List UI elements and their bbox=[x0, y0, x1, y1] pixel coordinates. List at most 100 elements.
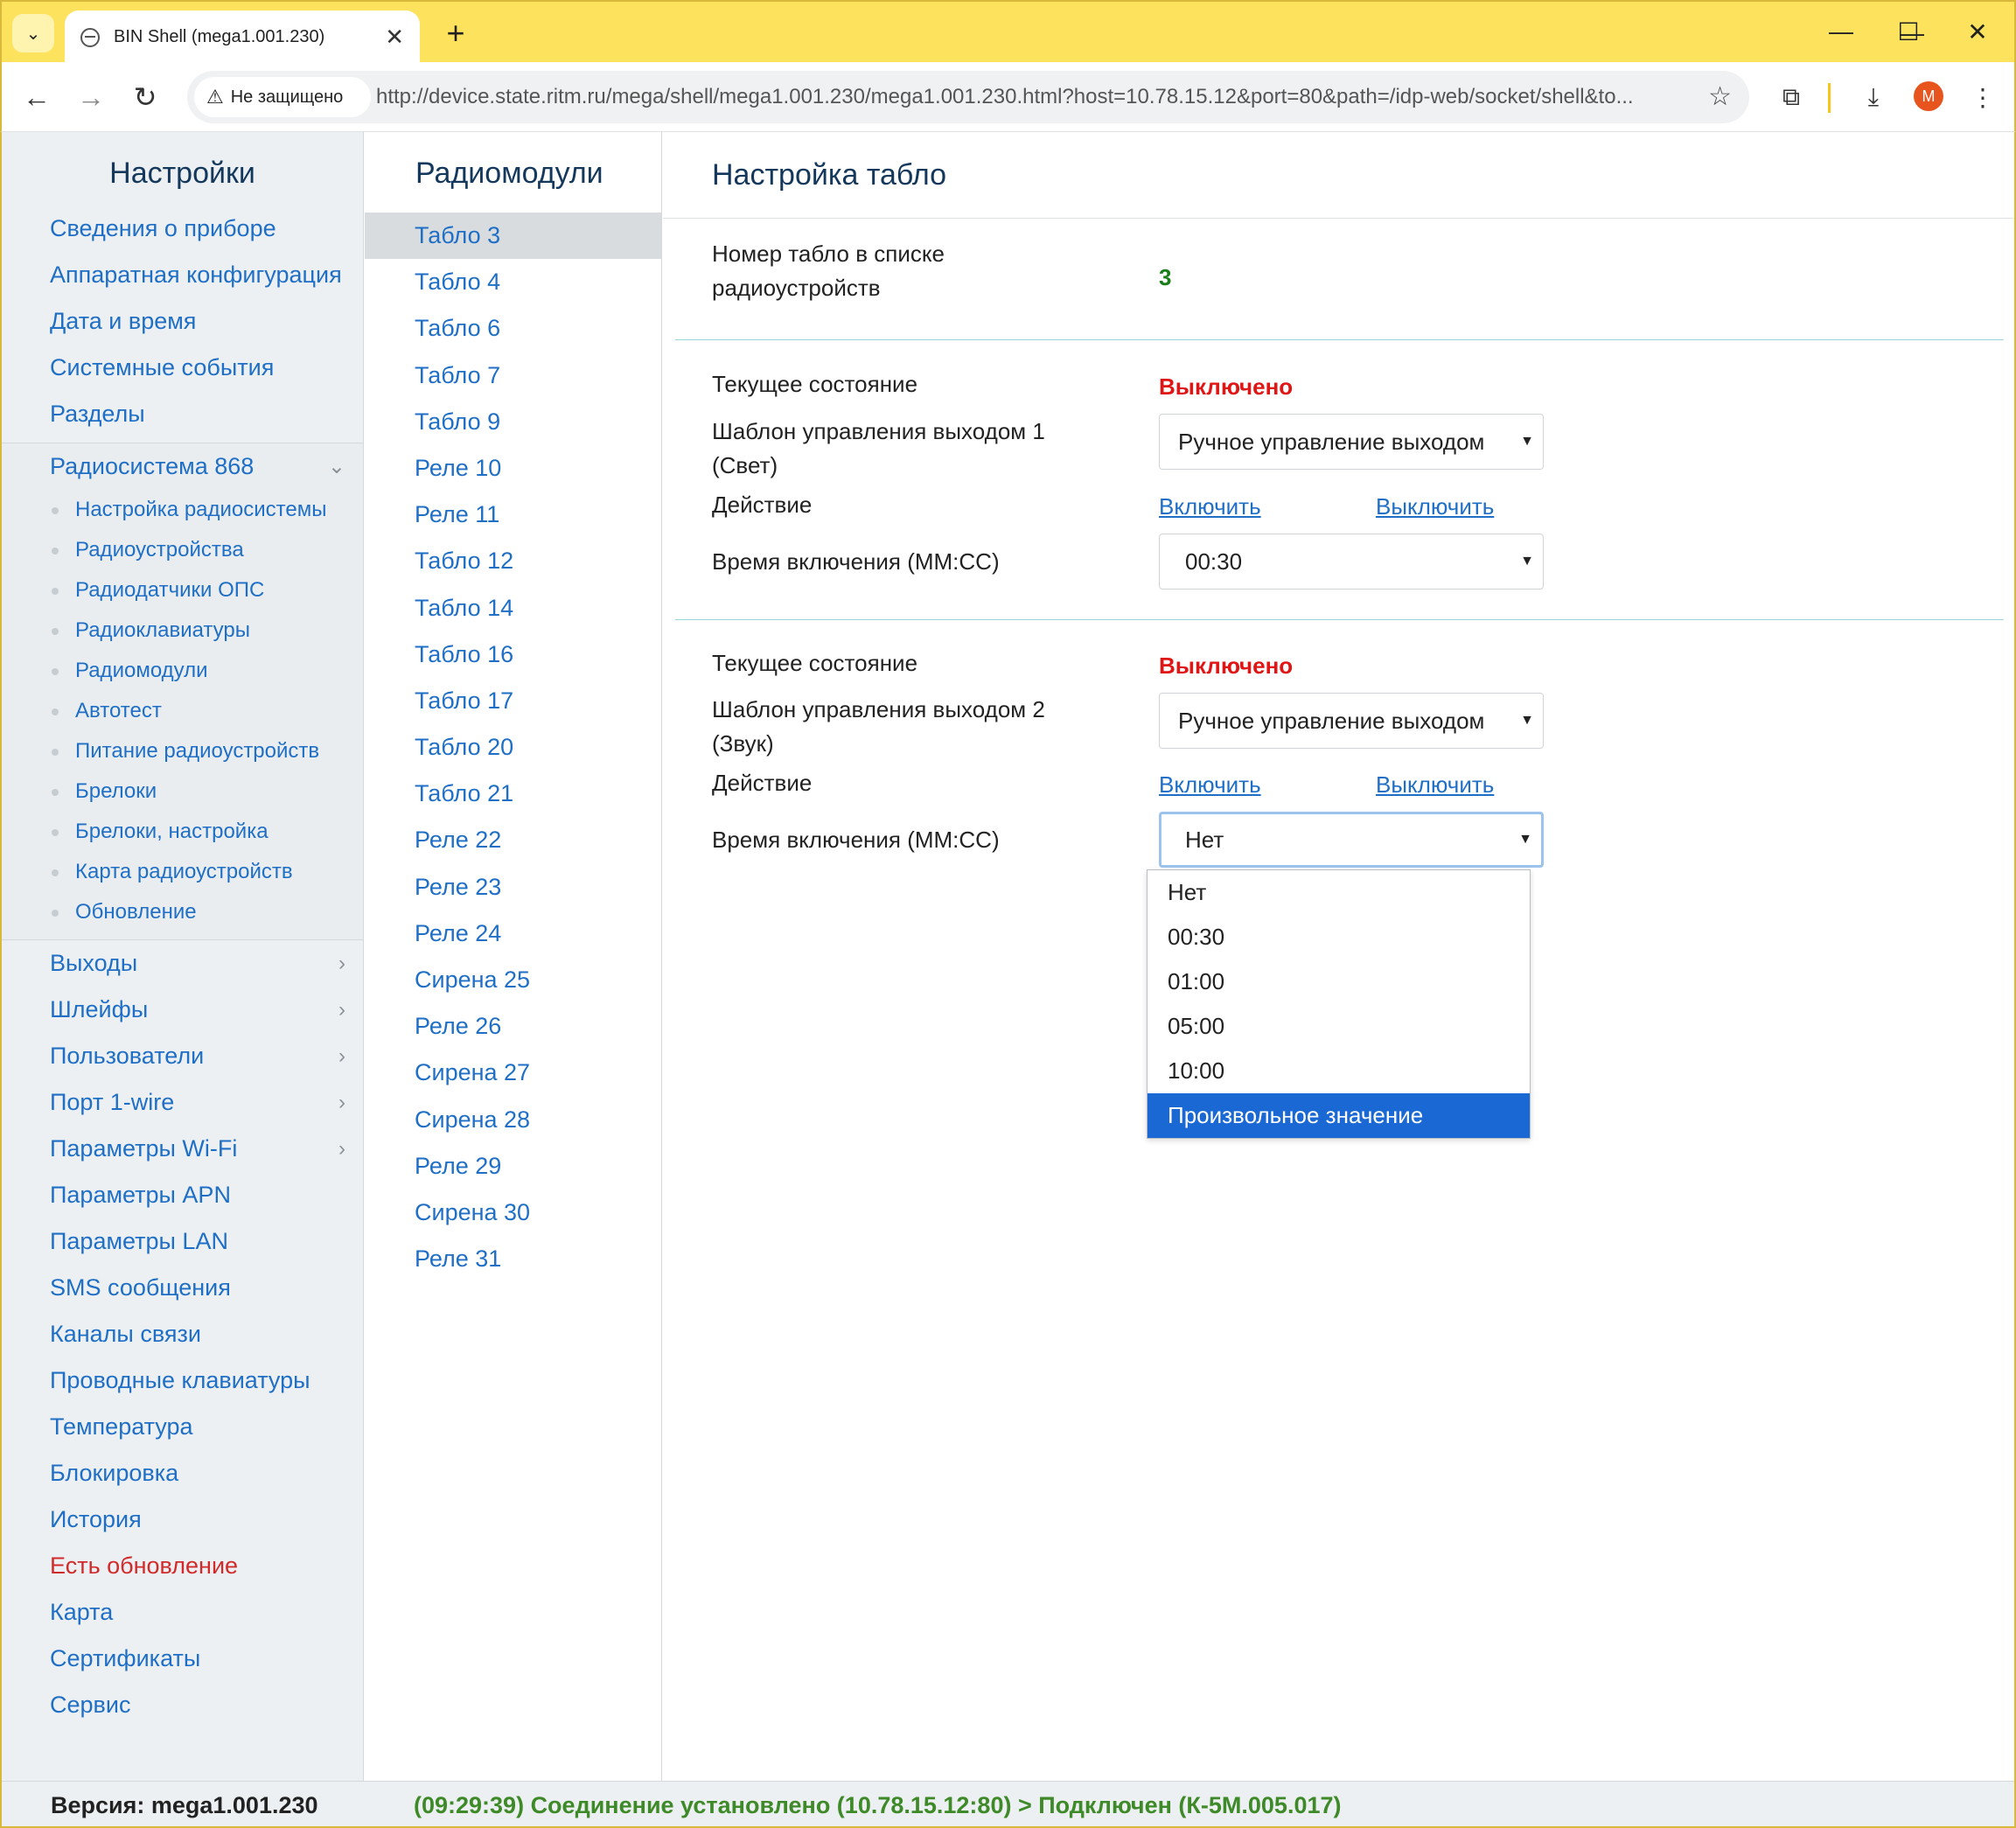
radiomodule-item[interactable]: Табло 12 bbox=[365, 538, 661, 584]
radiomodule-item[interactable]: Табло 3 bbox=[365, 213, 661, 260]
tab-close-icon[interactable]: ✕ bbox=[385, 24, 404, 51]
sidebar-item-label: Сведения о приборе bbox=[50, 215, 276, 241]
radiomodule-item[interactable]: Табло 4 bbox=[365, 259, 661, 305]
sidebar-item[interactable]: Проводные клавиатуры bbox=[2, 1357, 363, 1404]
extensions-icon[interactable]: ⧉ bbox=[1770, 76, 1812, 118]
submenu-item[interactable]: Радиоклавиатуры bbox=[2, 610, 363, 651]
sidebar-item-radio-system[interactable]: Радиосистема 868 ⌄ bbox=[2, 443, 363, 490]
state-value: Выключено bbox=[1159, 373, 1294, 400]
sidebar-item[interactable]: Разделы bbox=[2, 391, 363, 437]
radiomodule-item[interactable]: Сирена 25 bbox=[365, 957, 661, 1003]
submenu-item[interactable]: Настройка радиосистемы bbox=[2, 490, 363, 530]
radiomodule-item[interactable]: Табло 6 bbox=[365, 305, 661, 352]
tab-search-button[interactable]: ⌄ bbox=[12, 14, 54, 52]
sidebar-item[interactable]: Дата и время bbox=[2, 298, 363, 345]
sidebar-item-collapsible[interactable]: Порт 1-wire › bbox=[2, 1079, 363, 1126]
security-indicator[interactable]: ⚠ Не защищено bbox=[194, 77, 371, 117]
dropdown-option[interactable]: Нет bbox=[1148, 870, 1530, 915]
turn-off-link[interactable]: Выключить bbox=[1376, 771, 1494, 799]
submenu-item[interactable]: Радиодатчики ОПС bbox=[2, 570, 363, 610]
sidebar-item[interactable]: Сервис bbox=[2, 1682, 363, 1728]
dropdown-option[interactable]: 10:00 bbox=[1148, 1049, 1530, 1093]
submenu-item[interactable]: Радиоустройства bbox=[2, 530, 363, 570]
sidebar-item-collapsible[interactable]: Пользователи › bbox=[2, 1033, 363, 1079]
submenu-item[interactable]: Брелоки bbox=[2, 771, 363, 812]
turn-on-link[interactable]: Включить bbox=[1159, 771, 1261, 799]
radiomodule-item[interactable]: Табло 9 bbox=[365, 399, 661, 445]
sidebar-item[interactable]: Сертификаты bbox=[2, 1636, 363, 1682]
sidebar-item-collapsible[interactable]: Параметры Wi-Fi › bbox=[2, 1126, 363, 1172]
template-select[interactable]: Ручное управление выходом ▼ bbox=[1159, 414, 1544, 470]
chevron-right-icon: › bbox=[338, 951, 345, 975]
address-bar[interactable]: ⚠ Не защищено http://device.state.ritm.r… bbox=[187, 71, 1749, 123]
sidebar-item[interactable]: Аппаратная конфигурация bbox=[2, 252, 363, 298]
radiomodule-item[interactable]: Табло 17 bbox=[365, 678, 661, 724]
time-label: Время включения (ММ:СС) bbox=[712, 827, 1000, 853]
sidebar-item-collapsible[interactable]: Шлейфы › bbox=[2, 987, 363, 1033]
sidebar-item-update-available[interactable]: Есть обновление bbox=[2, 1543, 363, 1589]
radiomodule-item[interactable]: Табло 21 bbox=[365, 771, 661, 817]
dropdown-option[interactable]: 00:30 bbox=[1148, 915, 1530, 959]
browser-tab[interactable]: BIN Shell (mega1.001.230) ✕ bbox=[65, 10, 420, 64]
sidebar-item[interactable]: Параметры LAN bbox=[2, 1218, 363, 1265]
window-maximize-button[interactable]: ☐ bbox=[1887, 12, 1929, 51]
sidebar-item[interactable]: История bbox=[2, 1497, 363, 1543]
submenu-item[interactable]: Карта радиоустройств bbox=[2, 852, 363, 892]
radiomodule-item[interactable]: Сирена 28 bbox=[365, 1097, 661, 1143]
submenu-item[interactable]: Питание радиоустройств bbox=[2, 731, 363, 771]
turn-off-link[interactable]: Выключить bbox=[1376, 493, 1494, 520]
radiomodule-item[interactable]: Реле 26 bbox=[365, 1003, 661, 1050]
profile-avatar[interactable]: M bbox=[1914, 81, 1943, 111]
dropdown-option[interactable]: 05:00 bbox=[1148, 1004, 1530, 1049]
panel-header: Настройка табло bbox=[663, 132, 2014, 219]
radiomodule-item[interactable]: Табло 7 bbox=[365, 352, 661, 399]
radiomodule-item[interactable]: Реле 29 bbox=[365, 1143, 661, 1190]
sidebar-item[interactable]: Карта bbox=[2, 1589, 363, 1636]
submenu-item-label: Обновление bbox=[75, 900, 197, 924]
state-value: Выключено bbox=[1159, 652, 1294, 679]
sidebar-item[interactable]: Температура bbox=[2, 1404, 363, 1450]
radiomodule-item[interactable]: Реле 11 bbox=[365, 492, 661, 538]
new-tab-button[interactable]: + bbox=[436, 14, 475, 52]
radiomodule-item[interactable]: Сирена 27 bbox=[365, 1050, 661, 1096]
template-select[interactable]: Ручное управление выходом ▼ bbox=[1159, 693, 1544, 749]
forward-button[interactable]: → bbox=[70, 76, 112, 118]
dropdown-option[interactable]: Произвольное значение bbox=[1148, 1093, 1530, 1138]
submenu-item-label: Брелоки bbox=[75, 779, 157, 803]
turn-on-link[interactable]: Включить bbox=[1159, 493, 1261, 520]
dropdown-option[interactable]: 01:00 bbox=[1148, 959, 1530, 1004]
submenu-item[interactable]: Обновление bbox=[2, 892, 363, 932]
radiomodule-item[interactable]: Реле 23 bbox=[365, 864, 661, 911]
menu-kebab-icon[interactable]: ⋮ bbox=[1962, 76, 2004, 118]
radiomodule-item[interactable]: Табло 16 bbox=[365, 631, 661, 678]
sidebar-item[interactable]: Блокировка bbox=[2, 1450, 363, 1497]
back-button[interactable]: ← bbox=[16, 76, 58, 118]
submenu-item-label: Радиодатчики ОПС bbox=[75, 578, 265, 602]
time-select[interactable]: Нет ▼ bbox=[1159, 812, 1544, 868]
radiomodule-item[interactable]: Реле 31 bbox=[365, 1236, 661, 1282]
submenu-item[interactable]: Радиомодули bbox=[2, 651, 363, 691]
app-root: Настройки Сведения о приборе Аппаратная к… bbox=[0, 132, 2016, 1828]
radiomodule-item[interactable]: Реле 22 bbox=[365, 817, 661, 863]
sidebar-item[interactable]: Каналы связи bbox=[2, 1311, 363, 1357]
settings-title: Настройки bbox=[109, 157, 255, 190]
sidebar-item[interactable]: Сведения о приборе bbox=[2, 206, 363, 252]
time-select[interactable]: 00:30 ▼ bbox=[1159, 534, 1544, 590]
window-close-button[interactable]: ✕ bbox=[1957, 12, 1999, 51]
submenu-item[interactable]: Брелоки, настройка bbox=[2, 812, 363, 852]
radiomodule-item[interactable]: Реле 10 bbox=[365, 445, 661, 492]
radiomodule-item[interactable]: Сирена 30 bbox=[365, 1190, 661, 1236]
sidebar-item[interactable]: SMS сообщения bbox=[2, 1265, 363, 1311]
window-minimize-button[interactable]: — bbox=[1820, 12, 1862, 51]
submenu-item[interactable]: Автотест bbox=[2, 691, 363, 731]
sidebar-item[interactable]: Параметры APN bbox=[2, 1172, 363, 1218]
download-icon[interactable]: ⤓ bbox=[1852, 76, 1894, 118]
url-text[interactable]: http://device.state.ritm.ru/mega/shell/m… bbox=[376, 85, 1679, 109]
bookmark-star-icon[interactable]: ☆ bbox=[1708, 81, 1732, 112]
sidebar-item[interactable]: Системные события bbox=[2, 345, 363, 391]
sidebar-item-collapsible[interactable]: Выходы › bbox=[2, 940, 363, 987]
radiomodule-item[interactable]: Реле 24 bbox=[365, 911, 661, 957]
reload-button[interactable]: ↻ bbox=[124, 76, 166, 118]
radiomodule-item[interactable]: Табло 14 bbox=[365, 585, 661, 631]
radiomodule-item[interactable]: Табло 20 bbox=[365, 724, 661, 771]
